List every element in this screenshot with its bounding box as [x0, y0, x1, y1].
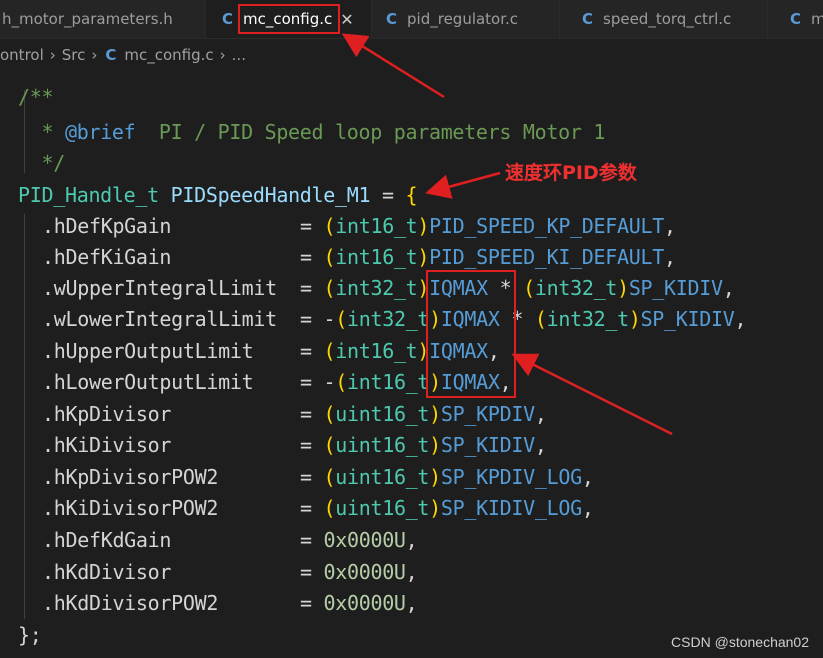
arrow-to-iqmax — [511, 353, 673, 436]
annotation-arrows — [341, 33, 673, 436]
arrow-to-tab — [341, 33, 445, 99]
watermark: CSDN @stonechan02 — [671, 634, 809, 650]
arrow-to-brace — [425, 171, 501, 199]
